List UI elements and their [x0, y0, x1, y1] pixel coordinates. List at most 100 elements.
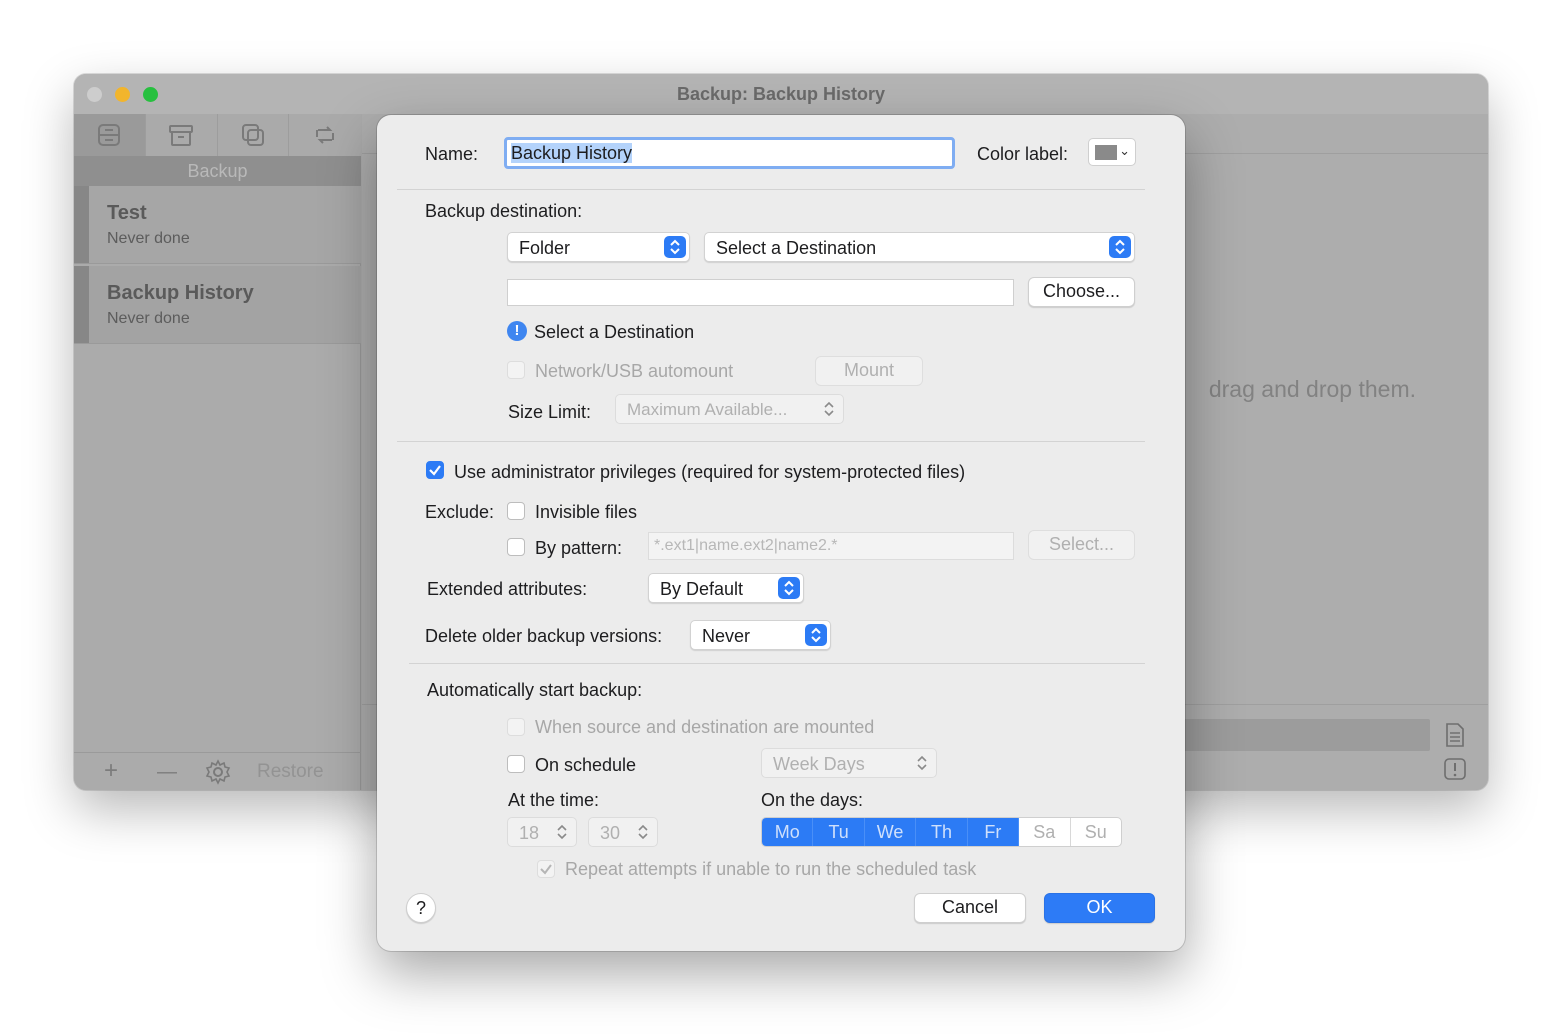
schedule-value: Week Days — [773, 754, 865, 774]
sidebar: Backup Test Never done Backup History Ne… — [74, 114, 361, 790]
extended-attributes-value: By Default — [660, 579, 744, 599]
destination-popup[interactable]: Select a Destination — [704, 232, 1135, 262]
tab-archive[interactable] — [146, 114, 218, 156]
name-input[interactable]: Backup History — [504, 137, 955, 169]
destination-path-field[interactable] — [507, 279, 1014, 306]
mount-button[interactable]: Mount — [815, 356, 923, 386]
ok-button[interactable]: OK — [1044, 893, 1155, 923]
by-pattern-checkbox[interactable] — [507, 538, 525, 556]
tab-clone[interactable] — [218, 114, 290, 156]
archive-tab-icon — [169, 125, 194, 146]
on-schedule-checkbox[interactable] — [507, 755, 525, 773]
sidebar-footer: + — Restore — [74, 752, 361, 790]
sync-tab-icon — [316, 126, 335, 144]
size-limit-value: Maximum Available... — [627, 400, 788, 419]
backup-tab-icon — [98, 124, 121, 146]
backup-list-item[interactable]: Test Never done — [74, 186, 361, 264]
on-days-label: On the days: — [761, 790, 864, 810]
auto-start-label: Automatically start backup: — [427, 680, 643, 700]
updown-chevron-icon — [551, 821, 573, 843]
admin-privileges-checkbox[interactable] — [426, 461, 444, 479]
choose-button[interactable]: Choose... — [1028, 277, 1135, 307]
extended-attributes-label: Extended attributes: — [427, 579, 588, 599]
destination-value: Select a Destination — [716, 238, 877, 258]
automount-checkbox[interactable] — [507, 361, 525, 379]
color-label-picker[interactable]: ⌄ — [1088, 138, 1136, 166]
hour-value: 18 — [519, 823, 540, 843]
invisible-files-label: Invisible files — [535, 502, 638, 522]
divider — [397, 441, 1145, 442]
restore-button[interactable]: Restore — [257, 761, 324, 783]
checkmark-icon — [540, 864, 552, 875]
tab-sync[interactable] — [289, 114, 361, 156]
delete-versions-label: Delete older backup versions: — [425, 626, 663, 646]
color-label: Color label: — [977, 144, 1069, 164]
updown-chevron-icon — [911, 752, 933, 774]
on-schedule-label: On schedule — [535, 755, 637, 775]
hour-stepper[interactable]: 18 — [507, 817, 577, 847]
drop-hint-text: drag and drop them. — [1208, 376, 1416, 402]
item-color-bar — [74, 266, 89, 343]
when-mounted-label: When source and destination are mounted — [535, 717, 875, 737]
destination-type-value: Folder — [519, 238, 571, 258]
select-pattern-button[interactable]: Select... — [1028, 530, 1135, 560]
name-input-value: Backup History — [511, 143, 633, 163]
updown-chevron-icon — [805, 624, 827, 646]
cancel-button[interactable]: Cancel — [914, 893, 1026, 923]
updown-chevron-icon — [778, 577, 800, 599]
minute-value: 30 — [600, 823, 621, 843]
day-tuesday[interactable]: Tu — [813, 818, 865, 846]
schedule-popup[interactable]: Week Days — [761, 748, 937, 778]
delete-versions-popup[interactable]: Never — [690, 620, 831, 650]
updown-chevron-icon — [1109, 236, 1131, 258]
color-swatch — [1095, 145, 1117, 160]
backup-item-name: Backup History — [107, 282, 254, 304]
repeat-attempts-checkbox[interactable] — [537, 860, 555, 878]
updown-chevron-icon — [632, 821, 654, 843]
alert-icon[interactable] — [1442, 756, 1468, 782]
when-mounted-checkbox[interactable] — [507, 718, 525, 736]
by-pattern-label: By pattern: — [535, 538, 623, 558]
warning-info-icon: ! — [507, 321, 527, 341]
day-thursday[interactable]: Th — [916, 818, 968, 846]
day-monday[interactable]: Mo — [762, 818, 814, 846]
minute-stepper[interactable]: 30 — [588, 817, 658, 847]
destination-warning-text: Select a Destination — [534, 322, 695, 342]
clone-tab-icon — [241, 124, 264, 146]
backup-list-item-selected[interactable]: Backup History Never done — [74, 266, 361, 344]
exclude-label: Exclude: — [425, 502, 495, 522]
automount-label: Network/USB automount — [535, 361, 734, 381]
extended-attributes-popup[interactable]: By Default — [648, 573, 804, 603]
tab-backup[interactable] — [74, 114, 146, 156]
day-wednesday[interactable]: We — [864, 818, 917, 846]
divider — [409, 663, 1145, 664]
window-title: Backup: Backup History — [676, 84, 886, 104]
day-sunday[interactable]: Su — [1071, 818, 1121, 846]
day-saturday[interactable]: Sa — [1019, 818, 1071, 846]
chevron-down-icon: ⌄ — [1119, 143, 1130, 158]
title-bar: Backup: Backup History — [74, 74, 1488, 114]
size-limit-popup[interactable]: Maximum Available... — [615, 394, 844, 424]
remove-backup-button[interactable]: — — [157, 760, 177, 784]
updown-chevron-icon — [818, 398, 840, 420]
updown-chevron-icon — [664, 236, 686, 258]
log-document-icon[interactable] — [1442, 722, 1468, 748]
admin-privileges-label: Use administrator privileges (required f… — [454, 462, 966, 482]
divider — [397, 189, 1145, 190]
backup-item-name: Test — [107, 202, 147, 224]
weekday-segmented-control: Mo Tu We Th Fr Sa Su — [761, 817, 1122, 847]
day-friday[interactable]: Fr — [967, 818, 1020, 846]
at-time-label: At the time: — [508, 790, 600, 810]
backup-destination-label: Backup destination: — [425, 201, 583, 221]
pattern-input[interactable]: *.ext1|name.ext2|name2.* — [648, 532, 1014, 560]
backup-item-status: Never done — [107, 310, 190, 327]
pattern-placeholder: *.ext1|name.ext2|name2.* — [654, 537, 838, 554]
add-backup-button[interactable]: + — [104, 759, 118, 783]
help-button[interactable]: ? — [406, 893, 436, 923]
backup-settings-dialog: Name: Backup History Color label: ⌄ Back… — [377, 115, 1185, 951]
size-limit-label: Size Limit: — [508, 402, 592, 422]
destination-type-popup[interactable]: Folder — [507, 232, 690, 262]
invisible-files-checkbox[interactable] — [507, 502, 525, 520]
gear-icon[interactable] — [205, 759, 231, 785]
item-color-bar — [74, 186, 89, 263]
